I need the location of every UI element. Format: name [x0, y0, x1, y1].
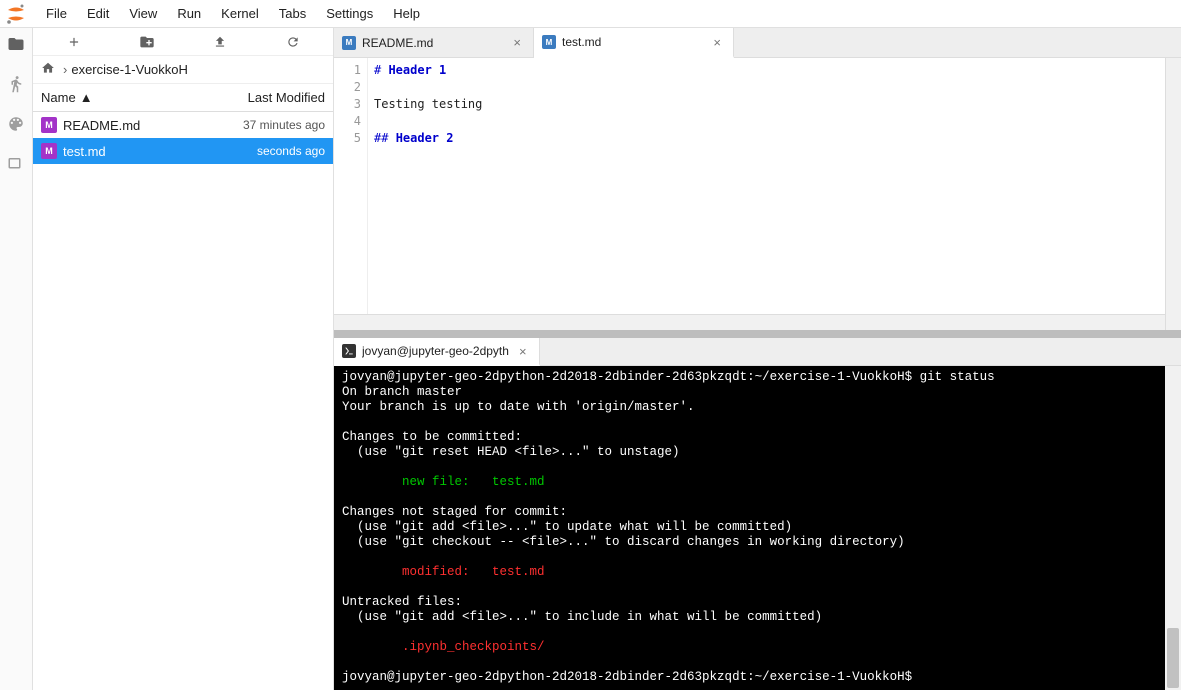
file-browser-header: Name ▲ Last Modified [33, 84, 333, 112]
editor-vscrollbar[interactable] [1165, 58, 1181, 330]
terminal-body[interactable]: jovyan@jupyter-geo-2dpython-2d2018-2dbin… [334, 366, 1165, 690]
editor-pane: M README.md × Mtest.md × 12345 # Header 1 Te… [334, 28, 1181, 330]
file-modified: 37 minutes ago [243, 118, 325, 132]
editor-hscrollbar[interactable] [334, 314, 1165, 330]
menu-help[interactable]: Help [383, 2, 430, 25]
menu-kernel[interactable]: Kernel [211, 2, 269, 25]
folder-icon[interactable] [6, 34, 26, 54]
activity-bar [0, 28, 33, 690]
markdown-file-icon: M [41, 143, 57, 159]
file-list: M README.md37 minutes ago Mtest.mdseconds … [33, 112, 333, 690]
close-icon[interactable]: × [709, 35, 725, 50]
file-modified: seconds ago [257, 144, 325, 158]
tab-label: README.md [362, 36, 503, 50]
line-gutter: 12345 [334, 58, 368, 330]
terminal-icon [342, 344, 356, 358]
column-modified[interactable]: Last Modified [215, 90, 325, 105]
editor-tab[interactable]: M README.md × [334, 28, 534, 57]
breadcrumb-path[interactable]: exercise-1-VuokkoH [71, 62, 188, 77]
close-icon[interactable]: × [509, 35, 525, 50]
menu-tabs[interactable]: Tabs [269, 2, 316, 25]
menu-view[interactable]: View [119, 2, 167, 25]
menubar: FileEditViewRunKernelTabsSettingsHelp [0, 0, 1181, 28]
jupyter-logo [4, 2, 28, 26]
menu-run[interactable]: Run [167, 2, 211, 25]
new-launcher-button[interactable] [62, 30, 86, 54]
running-icon[interactable] [6, 74, 26, 94]
close-icon[interactable]: × [515, 344, 531, 359]
column-name[interactable]: Name [41, 90, 76, 105]
refresh-button[interactable] [281, 30, 305, 54]
menu-edit[interactable]: Edit [77, 2, 119, 25]
commands-icon[interactable] [6, 114, 26, 134]
menu-file[interactable]: File [36, 2, 77, 25]
tabs-icon[interactable] [6, 154, 26, 174]
file-row[interactable]: Mtest.mdseconds ago [33, 138, 333, 164]
menu-settings[interactable]: Settings [316, 2, 383, 25]
breadcrumb[interactable]: › exercise-1-VuokkoH [33, 56, 333, 84]
file-row[interactable]: M README.md37 minutes ago [33, 112, 333, 138]
upload-button[interactable] [208, 30, 232, 54]
file-browser-toolbar [33, 28, 333, 56]
terminal-pane: jovyan@jupyter-geo-2dpyth × jovyan@jupyt… [334, 338, 1181, 690]
code-area[interactable]: # Header 1 Testing testing ## Header 2 [368, 58, 1181, 330]
terminal-tab-label: jovyan@jupyter-geo-2dpyth [362, 344, 509, 358]
file-browser: › exercise-1-VuokkoH Name ▲ Last Modifie… [33, 28, 334, 690]
file-name: README.md [63, 118, 243, 133]
terminal-tabbar: jovyan@jupyter-geo-2dpyth × [334, 338, 1181, 366]
sort-asc-icon[interactable]: ▲ [80, 90, 93, 105]
main-area: M README.md × Mtest.md × 12345 # Header 1 Te… [334, 28, 1181, 690]
markdown-file-icon: M [542, 35, 556, 49]
editor-tab[interactable]: Mtest.md × [534, 28, 734, 58]
tab-label: test.md [562, 35, 703, 49]
file-name: test.md [63, 144, 257, 159]
editor-body[interactable]: 12345 # Header 1 Testing testing ## Head… [334, 58, 1181, 330]
markdown-file-icon: M [342, 36, 356, 50]
terminal-tab[interactable]: jovyan@jupyter-geo-2dpyth × [334, 338, 540, 366]
new-folder-button[interactable] [135, 30, 159, 54]
terminal-vscrollbar[interactable] [1165, 366, 1181, 690]
markdown-file-icon: M [41, 117, 57, 133]
home-icon[interactable] [41, 61, 55, 78]
breadcrumb-separator: › [63, 62, 67, 77]
editor-tabbar: M README.md × Mtest.md × [334, 28, 1181, 58]
